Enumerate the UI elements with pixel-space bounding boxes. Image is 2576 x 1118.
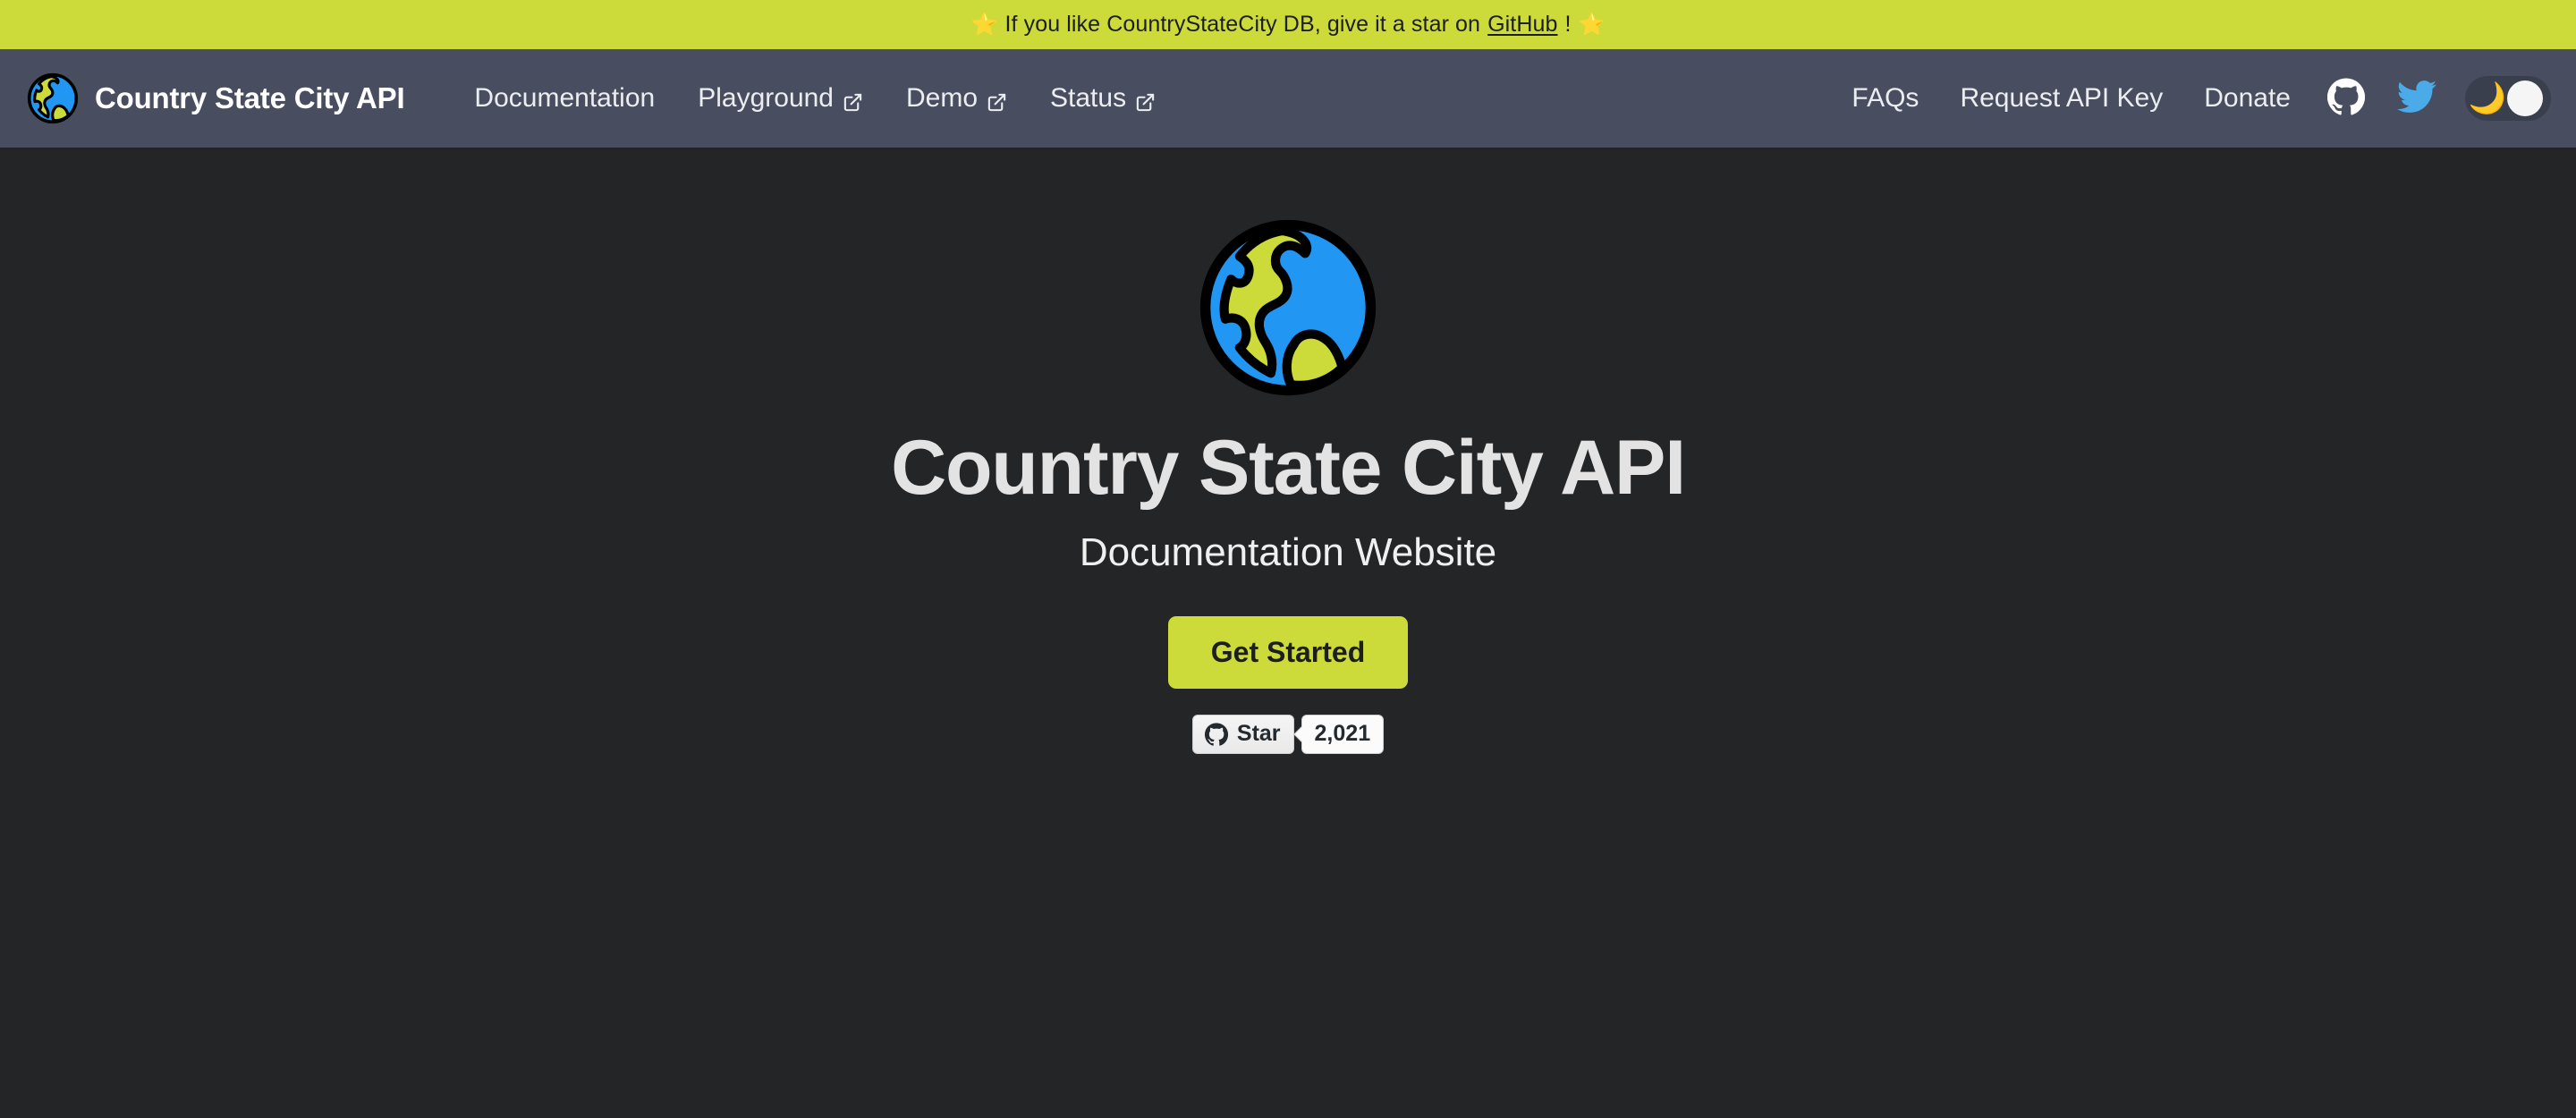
nav-link-faqs-label: FAQs [1852, 83, 1919, 113]
navbar: Country State City API Documentation Pla… [0, 49, 2576, 148]
theme-toggle-knob [2507, 80, 2543, 116]
nav-link-playground-label: Playground [698, 83, 834, 113]
external-link-icon [987, 89, 1007, 111]
nav-link-faqs[interactable]: FAQs [1831, 83, 1939, 114]
get-started-button[interactable]: Get Started [1167, 615, 1409, 689]
nav-link-request-api-key[interactable]: Request API Key [1939, 83, 2183, 114]
nav-link-donate-label: Donate [2204, 83, 2291, 113]
github-star-count[interactable]: 2,021 [1301, 714, 1385, 754]
navbar-brand-link[interactable]: Country State City API [27, 72, 405, 124]
nav-link-documentation[interactable]: Documentation [453, 83, 676, 114]
globe-icon [1197, 216, 1379, 399]
nav-link-request-api-key-label: Request API Key [1960, 83, 2164, 113]
page-title: Country State City API [891, 425, 1686, 511]
nav-link-donate[interactable]: Donate [2183, 83, 2311, 114]
announcement-text-after: ! [1564, 12, 1572, 37]
nav-link-demo[interactable]: Demo [885, 83, 1029, 114]
twitter-icon-link[interactable] [2381, 77, 2453, 121]
announcement-text-before: If you like CountryStateCity DB, give it… [1004, 12, 1481, 37]
star-icon-left: ⭐ [970, 12, 998, 37]
star-icon-right: ⭐ [1578, 12, 1606, 37]
announcement-bar: ⭐ If you like CountryStateCity DB, give … [0, 0, 2576, 49]
github-star-widget: Star 2,021 [1191, 714, 1385, 754]
github-icon [1204, 723, 1228, 746]
theme-toggle-button[interactable]: 🌙 [2465, 76, 2551, 121]
moon-icon: 🌙 [2468, 81, 2507, 115]
nav-link-documentation-label: Documentation [474, 83, 656, 113]
nav-link-status-label: Status [1050, 83, 1127, 113]
announcement-github-link[interactable]: GitHub [1487, 12, 1557, 38]
navbar-right: FAQs Request API Key Donate 🌙 [1831, 76, 2551, 121]
announcement-text: ⭐ If you like CountryStateCity DB, give … [970, 12, 1605, 38]
github-icon-link[interactable] [2311, 78, 2381, 120]
github-icon [2326, 78, 2366, 120]
navbar-links: Documentation Playground Demo Status [453, 83, 1177, 114]
external-link-icon [1135, 89, 1156, 111]
globe-icon [27, 72, 79, 124]
navbar-brand-title: Country State City API [95, 81, 405, 114]
nav-link-playground[interactable]: Playground [676, 83, 885, 114]
twitter-icon [2397, 77, 2437, 121]
external-link-icon [843, 89, 863, 111]
github-star-label: Star [1236, 721, 1281, 747]
navbar-left: Country State City API Documentation Pla… [27, 72, 1177, 124]
hero-section: Country State City API Documentation Web… [0, 148, 2576, 1118]
nav-link-demo-label: Demo [906, 83, 979, 113]
github-star-button[interactable]: Star [1191, 714, 1294, 754]
nav-link-status[interactable]: Status [1029, 83, 1177, 114]
page-root: ⭐ If you like CountryStateCity DB, give … [0, 0, 2576, 1118]
page-subtitle: Documentation Website [1079, 529, 1497, 574]
